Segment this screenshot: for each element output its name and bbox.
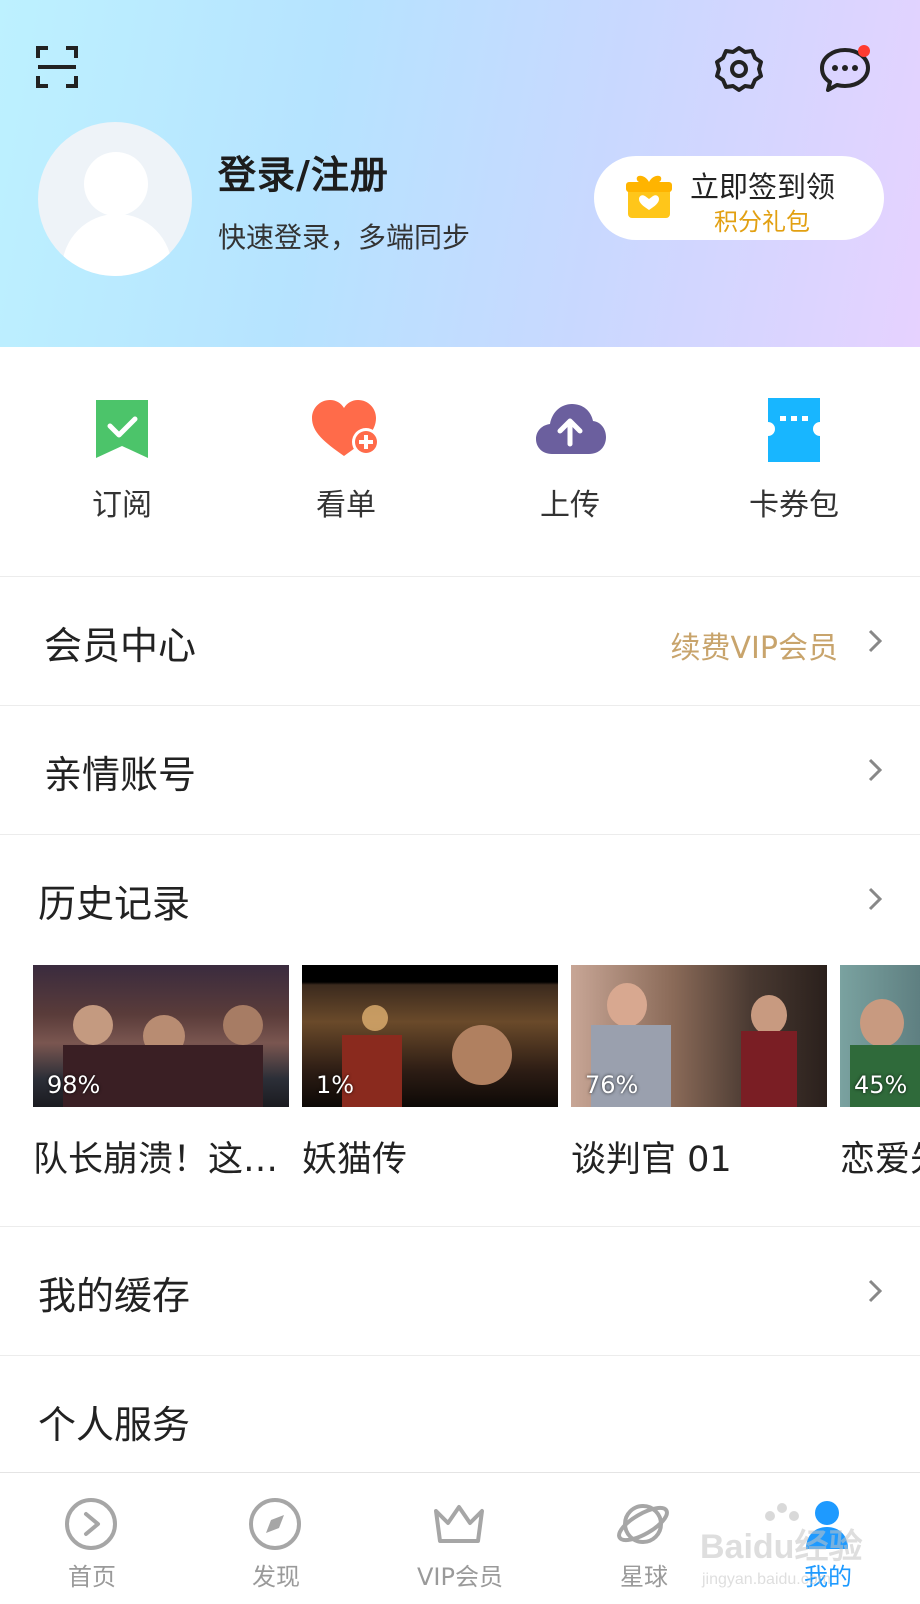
chevron-right-icon: [868, 1279, 882, 1303]
history-item-title: 队长崩溃！这…: [33, 1140, 279, 1180]
history-item[interactable]: 45% 恋爱先: [840, 965, 920, 1182]
tab-label: 发现: [252, 1563, 300, 1591]
profile-icon: [806, 1501, 848, 1549]
subscribe-bookmark-icon: [96, 400, 148, 458]
vip-renew-link[interactable]: 续费VIP会员: [671, 623, 838, 667]
video-thumbnail: 1%: [302, 965, 558, 1107]
login-subtitle: 快速登录，多端同步: [218, 221, 471, 254]
checkin-reward-label: 积分礼包: [714, 208, 810, 236]
message-icon[interactable]: [818, 44, 872, 94]
watch-progress: 1%: [316, 1071, 355, 1099]
checkin-label: 立即签到领: [690, 170, 836, 204]
quick-action-watchlist[interactable]: 看单: [236, 398, 456, 524]
watch-progress: 98%: [47, 1071, 101, 1099]
personal-service-label: 个人服务: [38, 1403, 191, 1447]
watch-progress: 76%: [585, 1071, 639, 1099]
my-cache-row[interactable]: 我的缓存: [0, 1227, 920, 1355]
tab-mine[interactable]: 我的: [736, 1473, 920, 1601]
avatar[interactable]: [38, 122, 192, 276]
bottom-tab-bar: 首页 发现 VIP会员 星球 我的: [0, 1472, 920, 1601]
quick-action-coupons[interactable]: 卡券包: [684, 398, 904, 524]
tab-vip[interactable]: VIP会员: [368, 1473, 552, 1601]
chevron-right-icon: [868, 629, 882, 653]
family-account-row[interactable]: 亲情账号: [0, 706, 920, 834]
tab-label: 首页: [68, 1563, 116, 1591]
gear-icon[interactable]: [714, 44, 764, 94]
chevron-right-icon: [868, 887, 882, 911]
planet-icon: [617, 1504, 669, 1544]
tab-home[interactable]: 首页: [0, 1473, 184, 1601]
gift-icon: [626, 175, 672, 218]
history-item-title: 谈判官 01: [571, 1140, 732, 1180]
tab-discover[interactable]: 发现: [184, 1473, 368, 1601]
tab-label: 我的: [804, 1563, 852, 1591]
compass-icon: [249, 1498, 301, 1550]
vip-center-row[interactable]: 会员中心 续费VIP会员: [0, 577, 920, 705]
notification-dot: [858, 45, 870, 57]
quick-action-label: 上传: [540, 488, 600, 523]
home-play-icon: [65, 1498, 117, 1550]
history-item-title: 妖猫传: [302, 1140, 408, 1180]
personal-service-row: 个人服务: [0, 1356, 920, 1472]
login-register-link[interactable]: 登录/注册: [218, 144, 389, 199]
vip-center-label: 会员中心: [44, 624, 197, 668]
history-label: 历史记录: [38, 882, 191, 926]
history-row[interactable]: 历史记录: [0, 835, 920, 963]
history-item[interactable]: 98% 队长崩溃！这…: [33, 965, 289, 1182]
video-thumbnail: 76%: [571, 965, 827, 1107]
video-thumbnail: 45%: [840, 965, 920, 1107]
history-item[interactable]: 76% 谈判官 01: [571, 965, 827, 1182]
checkin-button[interactable]: 立即签到领 积分礼包: [594, 156, 884, 240]
profile-header: 登录/注册 快速登录，多端同步 立即签到领 积分礼包: [0, 0, 920, 347]
heart-plus-icon: [312, 400, 380, 456]
tab-planet[interactable]: 星球: [552, 1473, 736, 1601]
video-thumbnail: 98%: [33, 965, 289, 1107]
scan-icon[interactable]: [34, 44, 80, 90]
my-cache-label: 我的缓存: [38, 1274, 191, 1318]
history-item-title: 恋爱先: [840, 1140, 920, 1180]
crown-icon: [434, 1505, 484, 1543]
ticket-icon: [768, 398, 820, 462]
watch-progress: 45%: [854, 1071, 908, 1099]
tab-label: VIP会员: [417, 1563, 503, 1591]
chevron-right-icon: [868, 758, 882, 782]
history-item[interactable]: 1% 妖猫传: [302, 965, 558, 1182]
tab-label: 星球: [620, 1563, 668, 1591]
quick-action-label: 订阅: [92, 488, 152, 523]
cloud-upload-icon: [536, 404, 606, 454]
family-account-label: 亲情账号: [44, 753, 197, 797]
quick-action-label: 看单: [316, 488, 376, 523]
quick-action-label: 卡券包: [749, 488, 839, 523]
quick-action-subscribe[interactable]: 订阅: [12, 398, 232, 524]
quick-action-upload[interactable]: 上传: [460, 398, 680, 524]
